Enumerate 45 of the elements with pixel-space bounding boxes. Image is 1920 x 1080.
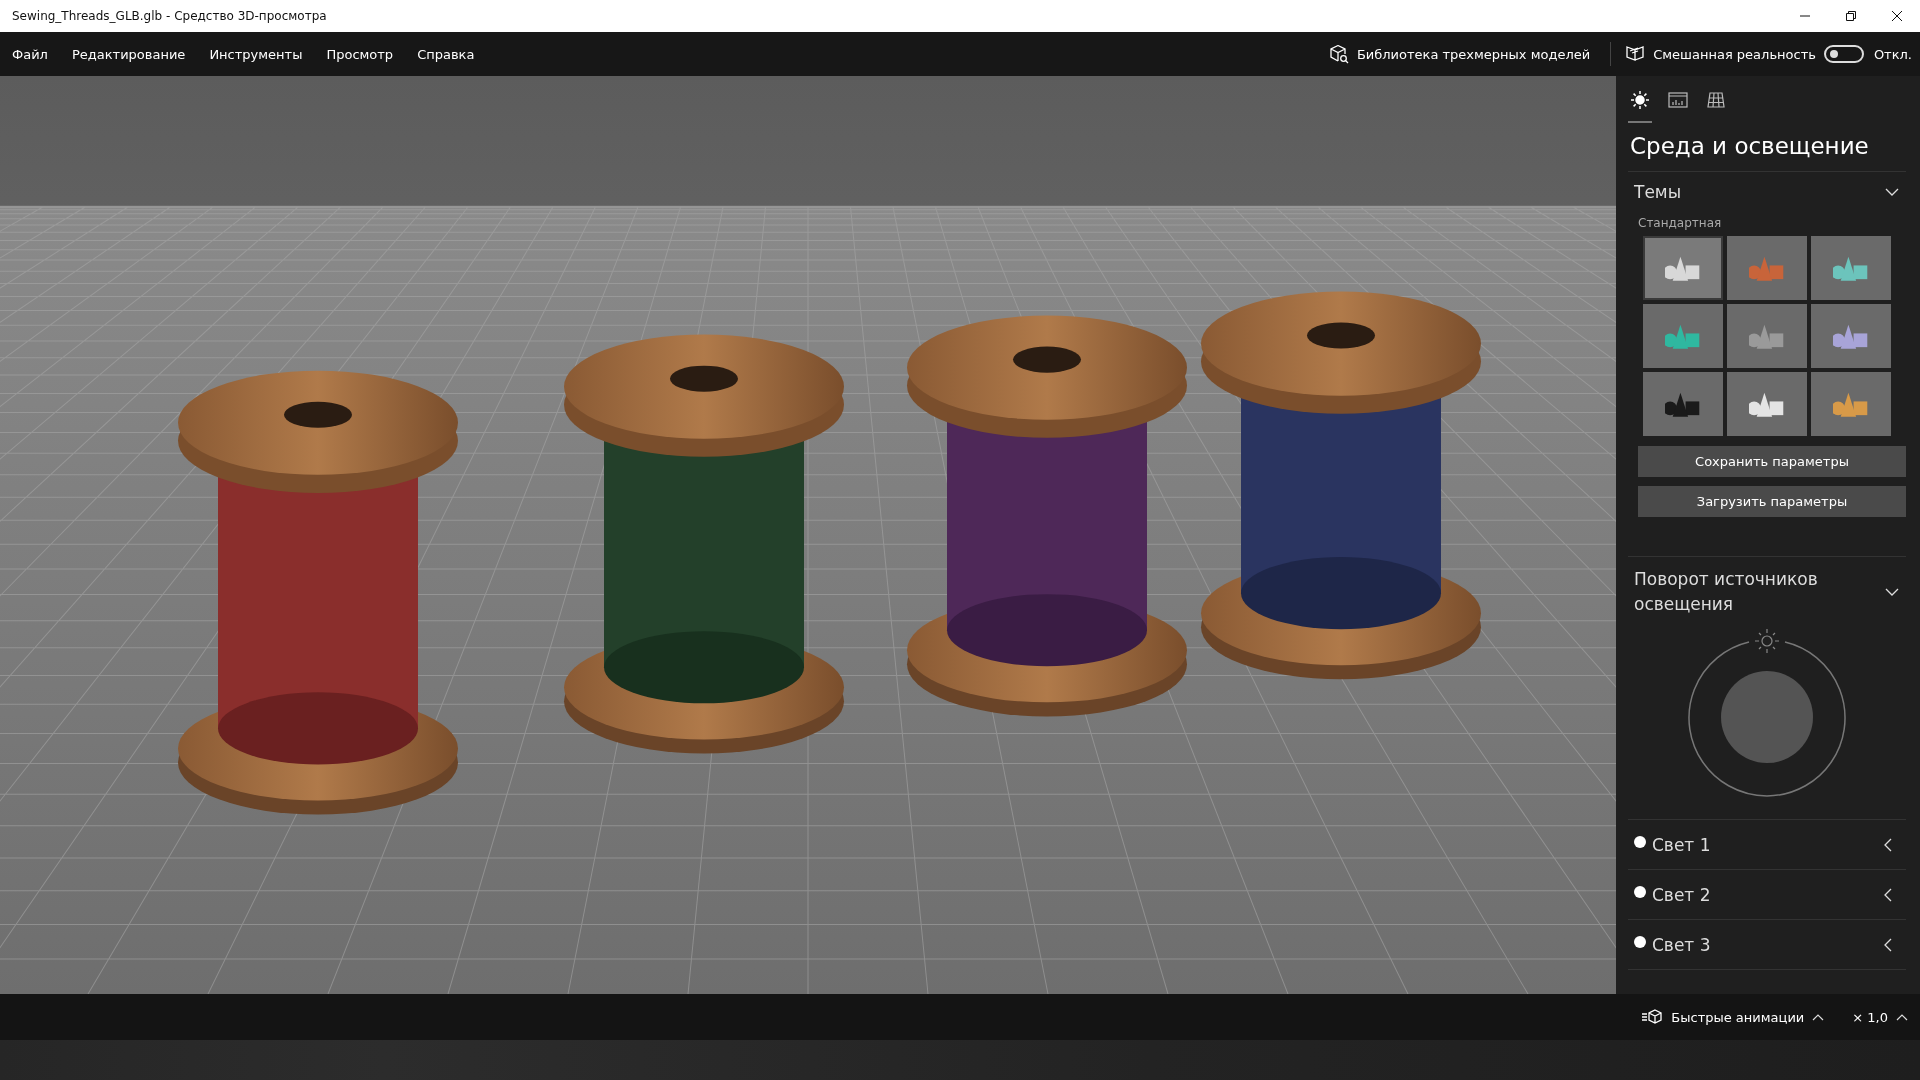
theme-thumbnail[interactable] [1643,372,1723,436]
menu-item[interactable]: Файл [0,46,60,62]
light-label: Свет 3 [1652,934,1712,955]
caret-icon [1896,1012,1908,1022]
menu-item[interactable]: Редактирование [59,46,198,62]
theme-thumbnail[interactable] [1727,304,1807,368]
themes-section-header[interactable]: Темы [1628,172,1906,212]
theme-thumbnail[interactable] [1727,236,1807,300]
panel-tab[interactable] [1628,88,1652,123]
theme-group-label: Стандартная [1638,216,1723,230]
sun-icon [1630,90,1650,110]
viewport-render-drawing[interactable] [0,76,1616,994]
cube-search-icon [1328,44,1349,64]
grid-icon [1706,90,1726,110]
mixed-reality-toggle[interactable] [1823,45,1864,63]
theme-thumbnail[interactable] [1727,372,1807,436]
mixed-reality-icon [1625,44,1646,64]
menu-item[interactable]: Просмотр [314,46,406,62]
menu-item[interactable]: Инструменты [197,46,315,62]
theme-thumbnail[interactable] [1643,236,1723,300]
light-dot-icon [1634,885,1646,898]
panel-title: Среда и освещение [1630,133,1870,159]
caret-icon [1812,1012,1825,1022]
restore-icon [1845,10,1857,22]
speed-button[interactable]: × 1,0 [1848,1005,1912,1029]
settings-button[interactable]: Сохранить параметры [1638,446,1906,477]
window-title: Sewing_Threads_GLB.glb - Средство 3D-просмотра [11,9,328,23]
light-label: Свет 2 [1652,884,1712,905]
toggle-state-label: Откл. [1873,46,1912,62]
cube-icon [1641,1009,1664,1025]
theme-thumbnail[interactable] [1643,304,1723,368]
library-button[interactable]: Библиотека трехмерных моделей [1322,40,1597,68]
light-dot-icon [1634,935,1646,948]
menu-item[interactable]: Справка [405,46,487,62]
settings-button[interactable]: Загрузить параметры [1638,486,1906,517]
chart-icon [1668,90,1688,110]
light-dot-icon [1634,835,1646,848]
theme-thumbnail[interactable] [1811,304,1891,368]
animations-button[interactable]: Быстрые анимации [1637,1005,1829,1029]
rotation-section-header[interactable]: Поворот источников освещения [1628,557,1906,627]
close-icon [1891,10,1903,22]
mixed-reality-label: Смешанная реальность [1653,46,1816,62]
theme-thumbnail[interactable] [1811,372,1891,436]
light-label: Свет 1 [1652,834,1712,855]
theme-thumbnail[interactable] [1811,236,1891,300]
